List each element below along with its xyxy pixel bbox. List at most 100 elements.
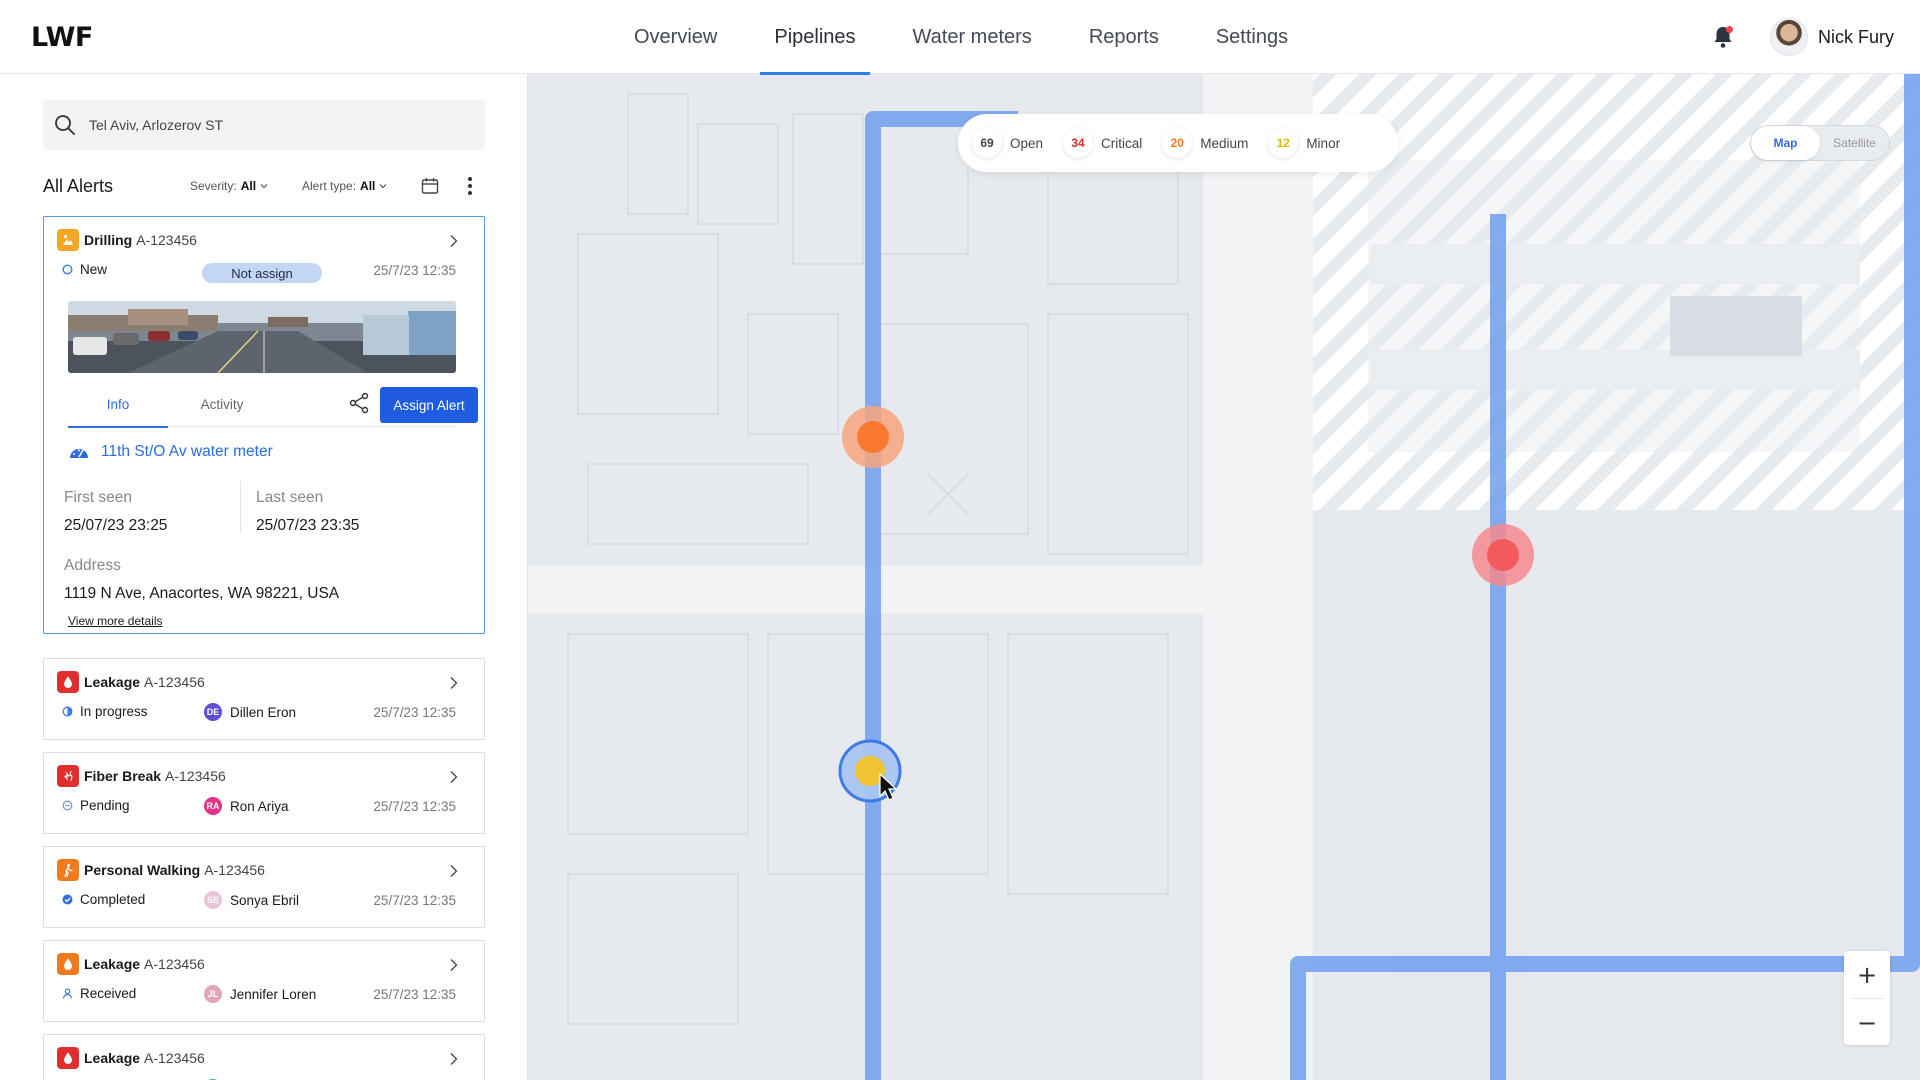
assignee-avatar: JL (204, 985, 222, 1003)
alert-status: New (62, 262, 107, 277)
first-seen-value: 25/07/23 23:25 (64, 517, 168, 534)
stat-critical-label: Critical (1101, 135, 1143, 151)
alert-assignee[interactable]: JL Jennifer Loren (204, 985, 316, 1003)
alert-id: A-123456 (136, 232, 197, 248)
alert-card-header: Personal Walking A-123456 (57, 859, 265, 881)
address-label: Address (64, 557, 121, 574)
nav-overview[interactable]: Overview (620, 0, 731, 74)
severity-filter[interactable]: Severity: All (190, 179, 268, 193)
assignee-avatar: SE (204, 891, 222, 909)
water-meter-link[interactable]: 11th St/O Av water meter (69, 443, 273, 461)
stat-critical-count: 34 (1063, 128, 1094, 158)
assignee-avatar: RA (204, 797, 222, 815)
stat-open[interactable]: 69 Open (972, 128, 1043, 158)
map-canvas (528, 74, 1920, 1080)
nav-settings[interactable]: Settings (1202, 0, 1302, 74)
chevron-down-icon (260, 184, 268, 189)
alert-assignee[interactable]: SE Sonya Ebril (204, 891, 299, 909)
map-view[interactable]: 69 Open 34 Critical 20 Medium 12 Minor M… (528, 74, 1920, 1080)
fiber-break-icon (57, 765, 79, 787)
alert-photo[interactable] (68, 301, 456, 373)
share-icon[interactable] (348, 392, 370, 414)
tab-info[interactable]: Info (68, 381, 168, 428)
personal-walking-icon (57, 859, 79, 881)
status-label: Completed (80, 892, 146, 907)
alert-time: 25/7/23 12:35 (373, 987, 456, 1002)
alert-type: Leakage (84, 674, 141, 690)
chevron-right-icon[interactable] (449, 676, 458, 690)
alert-time: 25/7/23 12:35 (373, 799, 456, 814)
assignee-name: Ron Ariya (230, 798, 289, 814)
alert-status: Pending (62, 798, 130, 813)
stat-medium-count: 20 (1162, 128, 1193, 158)
alert-status: In progress (62, 704, 148, 719)
tab-activity[interactable]: Activity (172, 381, 272, 427)
alert-card-expanded[interactable]: Drilling A-123456 New Not assign 25/7/23… (43, 216, 485, 634)
search-icon (55, 115, 75, 135)
zoom-in-button[interactable]: + (1844, 951, 1890, 998)
status-completed-icon (62, 894, 73, 905)
nav-pipelines[interactable]: Pipelines (760, 0, 870, 75)
top-header: LWF Overview Pipelines Water meters Repo… (0, 0, 1920, 75)
search-input[interactable] (89, 117, 469, 133)
alert-card-header: Leakage A-123456 (57, 1047, 205, 1069)
alert-assignee[interactable]: DE Dillen Eron (204, 703, 296, 721)
status-new-icon (62, 264, 73, 275)
user-avatar[interactable] (1770, 18, 1808, 56)
severity-filter-label: Severity: (190, 179, 237, 193)
user-name[interactable]: Nick Fury (1818, 27, 1894, 48)
alert-card[interactable]: Leakage A-123456 In progress DE Dillen E… (43, 658, 485, 740)
alert-assignee[interactable]: RA Ron Ariya (204, 797, 289, 815)
alerts-sidebar: All Alerts Severity: All Alert type: All… (0, 74, 528, 1080)
status-label: In progress (80, 704, 148, 719)
calendar-icon[interactable] (421, 177, 439, 195)
more-options-icon[interactable] (467, 176, 473, 196)
alert-card-header: Fiber Break A-123456 (57, 765, 226, 787)
alert-type: Leakage (84, 956, 141, 972)
assign-alert-button[interactable]: Assign Alert (380, 387, 478, 423)
leakage-icon (57, 671, 79, 693)
toggle-satellite[interactable]: Satellite (1820, 126, 1889, 160)
address-value: 1119 N Ave, Anacortes, WA 98221, USA (64, 585, 340, 602)
alert-stats-bar: 69 Open 34 Critical 20 Medium 12 Minor (958, 114, 1398, 172)
nav-reports[interactable]: Reports (1075, 0, 1173, 74)
main-nav: Overview Pipelines Water meters Reports … (620, 0, 1331, 75)
chevron-right-icon[interactable] (449, 1052, 458, 1066)
chevron-right-icon[interactable] (449, 770, 458, 784)
stat-minor[interactable]: 12 Minor (1268, 128, 1340, 158)
zoom-controls: + − (1844, 951, 1890, 1045)
alerts-title: All Alerts (43, 176, 114, 196)
nav-water-meters[interactable]: Water meters (899, 0, 1046, 74)
alert-type: Personal Walking (84, 862, 201, 878)
drilling-icon (57, 229, 79, 251)
status-received-icon (62, 988, 73, 999)
chevron-right-icon[interactable] (449, 958, 458, 972)
stat-medium-label: Medium (1200, 135, 1249, 151)
alert-type: Leakage (84, 1050, 141, 1066)
view-more-details-link[interactable]: View more details (68, 614, 163, 628)
alert-card[interactable]: Fiber Break A-123456 Pending RA Ron Ariy… (43, 752, 485, 834)
toggle-map[interactable]: Map (1751, 126, 1820, 160)
stat-open-count: 69 (972, 128, 1002, 158)
stat-medium[interactable]: 20 Medium (1162, 128, 1248, 158)
alert-status: Completed (62, 892, 145, 907)
alert-time: 25/7/23 12:35 (373, 893, 456, 908)
not-assign-badge[interactable]: Not assign (202, 263, 322, 283)
zoom-out-button[interactable]: − (1844, 999, 1890, 1046)
alert-type-filter-label: Alert type: (302, 179, 357, 193)
leakage-icon (57, 953, 79, 975)
app-logo[interactable]: LWF (31, 22, 93, 53)
alert-card[interactable]: Personal Walking A-123456 Completed SE S… (43, 846, 485, 928)
divider (240, 481, 241, 533)
chevron-right-icon[interactable] (449, 234, 458, 248)
stat-critical[interactable]: 34 Critical (1063, 128, 1142, 158)
alert-type: Fiber Break (84, 768, 162, 784)
stat-minor-label: Minor (1306, 135, 1341, 151)
status-label: Received (80, 986, 137, 1001)
alert-card[interactable]: Leakage A-123456 Received JL Jennifer Lo… (43, 940, 485, 1022)
alert-type: Drilling (84, 232, 133, 248)
last-seen-value: 25/07/23 23:35 (256, 517, 360, 534)
chevron-right-icon[interactable] (449, 864, 458, 878)
alert-card[interactable]: Leakage A-123456 Received BC Billy Chaov… (43, 1034, 485, 1080)
alert-type-filter[interactable]: Alert type: All (302, 179, 387, 193)
